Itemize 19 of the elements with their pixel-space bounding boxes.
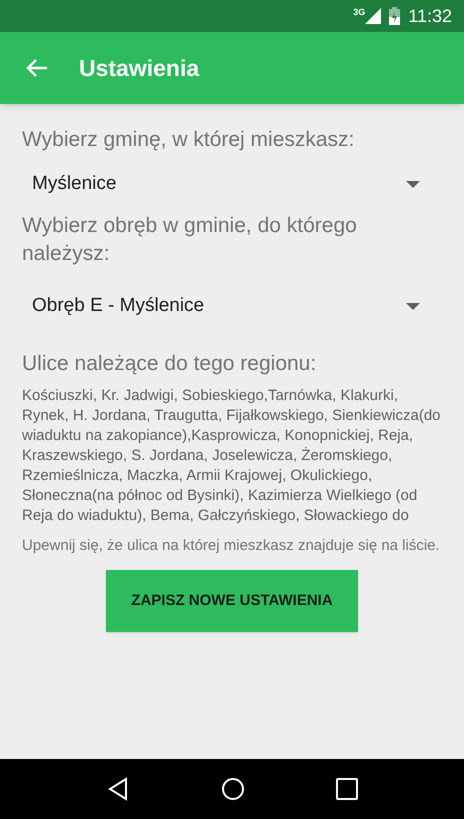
back-icon[interactable]	[106, 777, 130, 801]
clock: 11:32	[408, 4, 452, 28]
back-arrow-icon	[26, 58, 48, 78]
battery-icon	[389, 7, 400, 25]
dropdown[interactable]: Myślenice	[22, 160, 442, 208]
dropdown[interactable]: Obręb E - Myślenice	[22, 282, 442, 330]
streets-label: Ulice należące do tego regionu:	[22, 351, 318, 377]
caret-icon	[406, 302, 420, 310]
note-text: Upewnij się, że ulica na której mieszkasz znajduje się na liście.	[22, 536, 441, 556]
network-label: 3G	[353, 8, 366, 17]
signal-icon	[365, 8, 382, 24]
caret-icon	[406, 180, 420, 188]
commune-label: Wybierz gminę, w której mieszkasz:	[22, 127, 356, 153]
streets-list: Kościuszki, Kr. Jadwigi, Sobieskiego,Tarnówka, Klakurki, Rynek, H. Jordana, Traugutta, Fijałkowskiego, Sienkiewicza(do wiaduktu na zakopiance),Kasprowicza, Konopnickiej, Reja, Kraszewskiego, S. Jordana, Joselewicza, Żeromskiego, Rzemieślnicza, Maczka, Armii Krajowej, Okulickiego, Słoneczna(na północ od Bysinki), Kazimierza Wielkiego (od Reja do wiaduktu), Bema, Gałczyńskiego, Słowackiego do	[22, 386, 442, 526]
district-label: Wybierz obręb w gminie, do którego należysz:	[22, 213, 358, 267]
save-settings-button[interactable]: ZAPISZ NOWE USTAWIENIA	[106, 570, 358, 632]
app-bar-title: Ustawienia	[79, 54, 200, 83]
recents-icon[interactable]	[336, 778, 358, 800]
home-icon[interactable]	[220, 777, 245, 801]
